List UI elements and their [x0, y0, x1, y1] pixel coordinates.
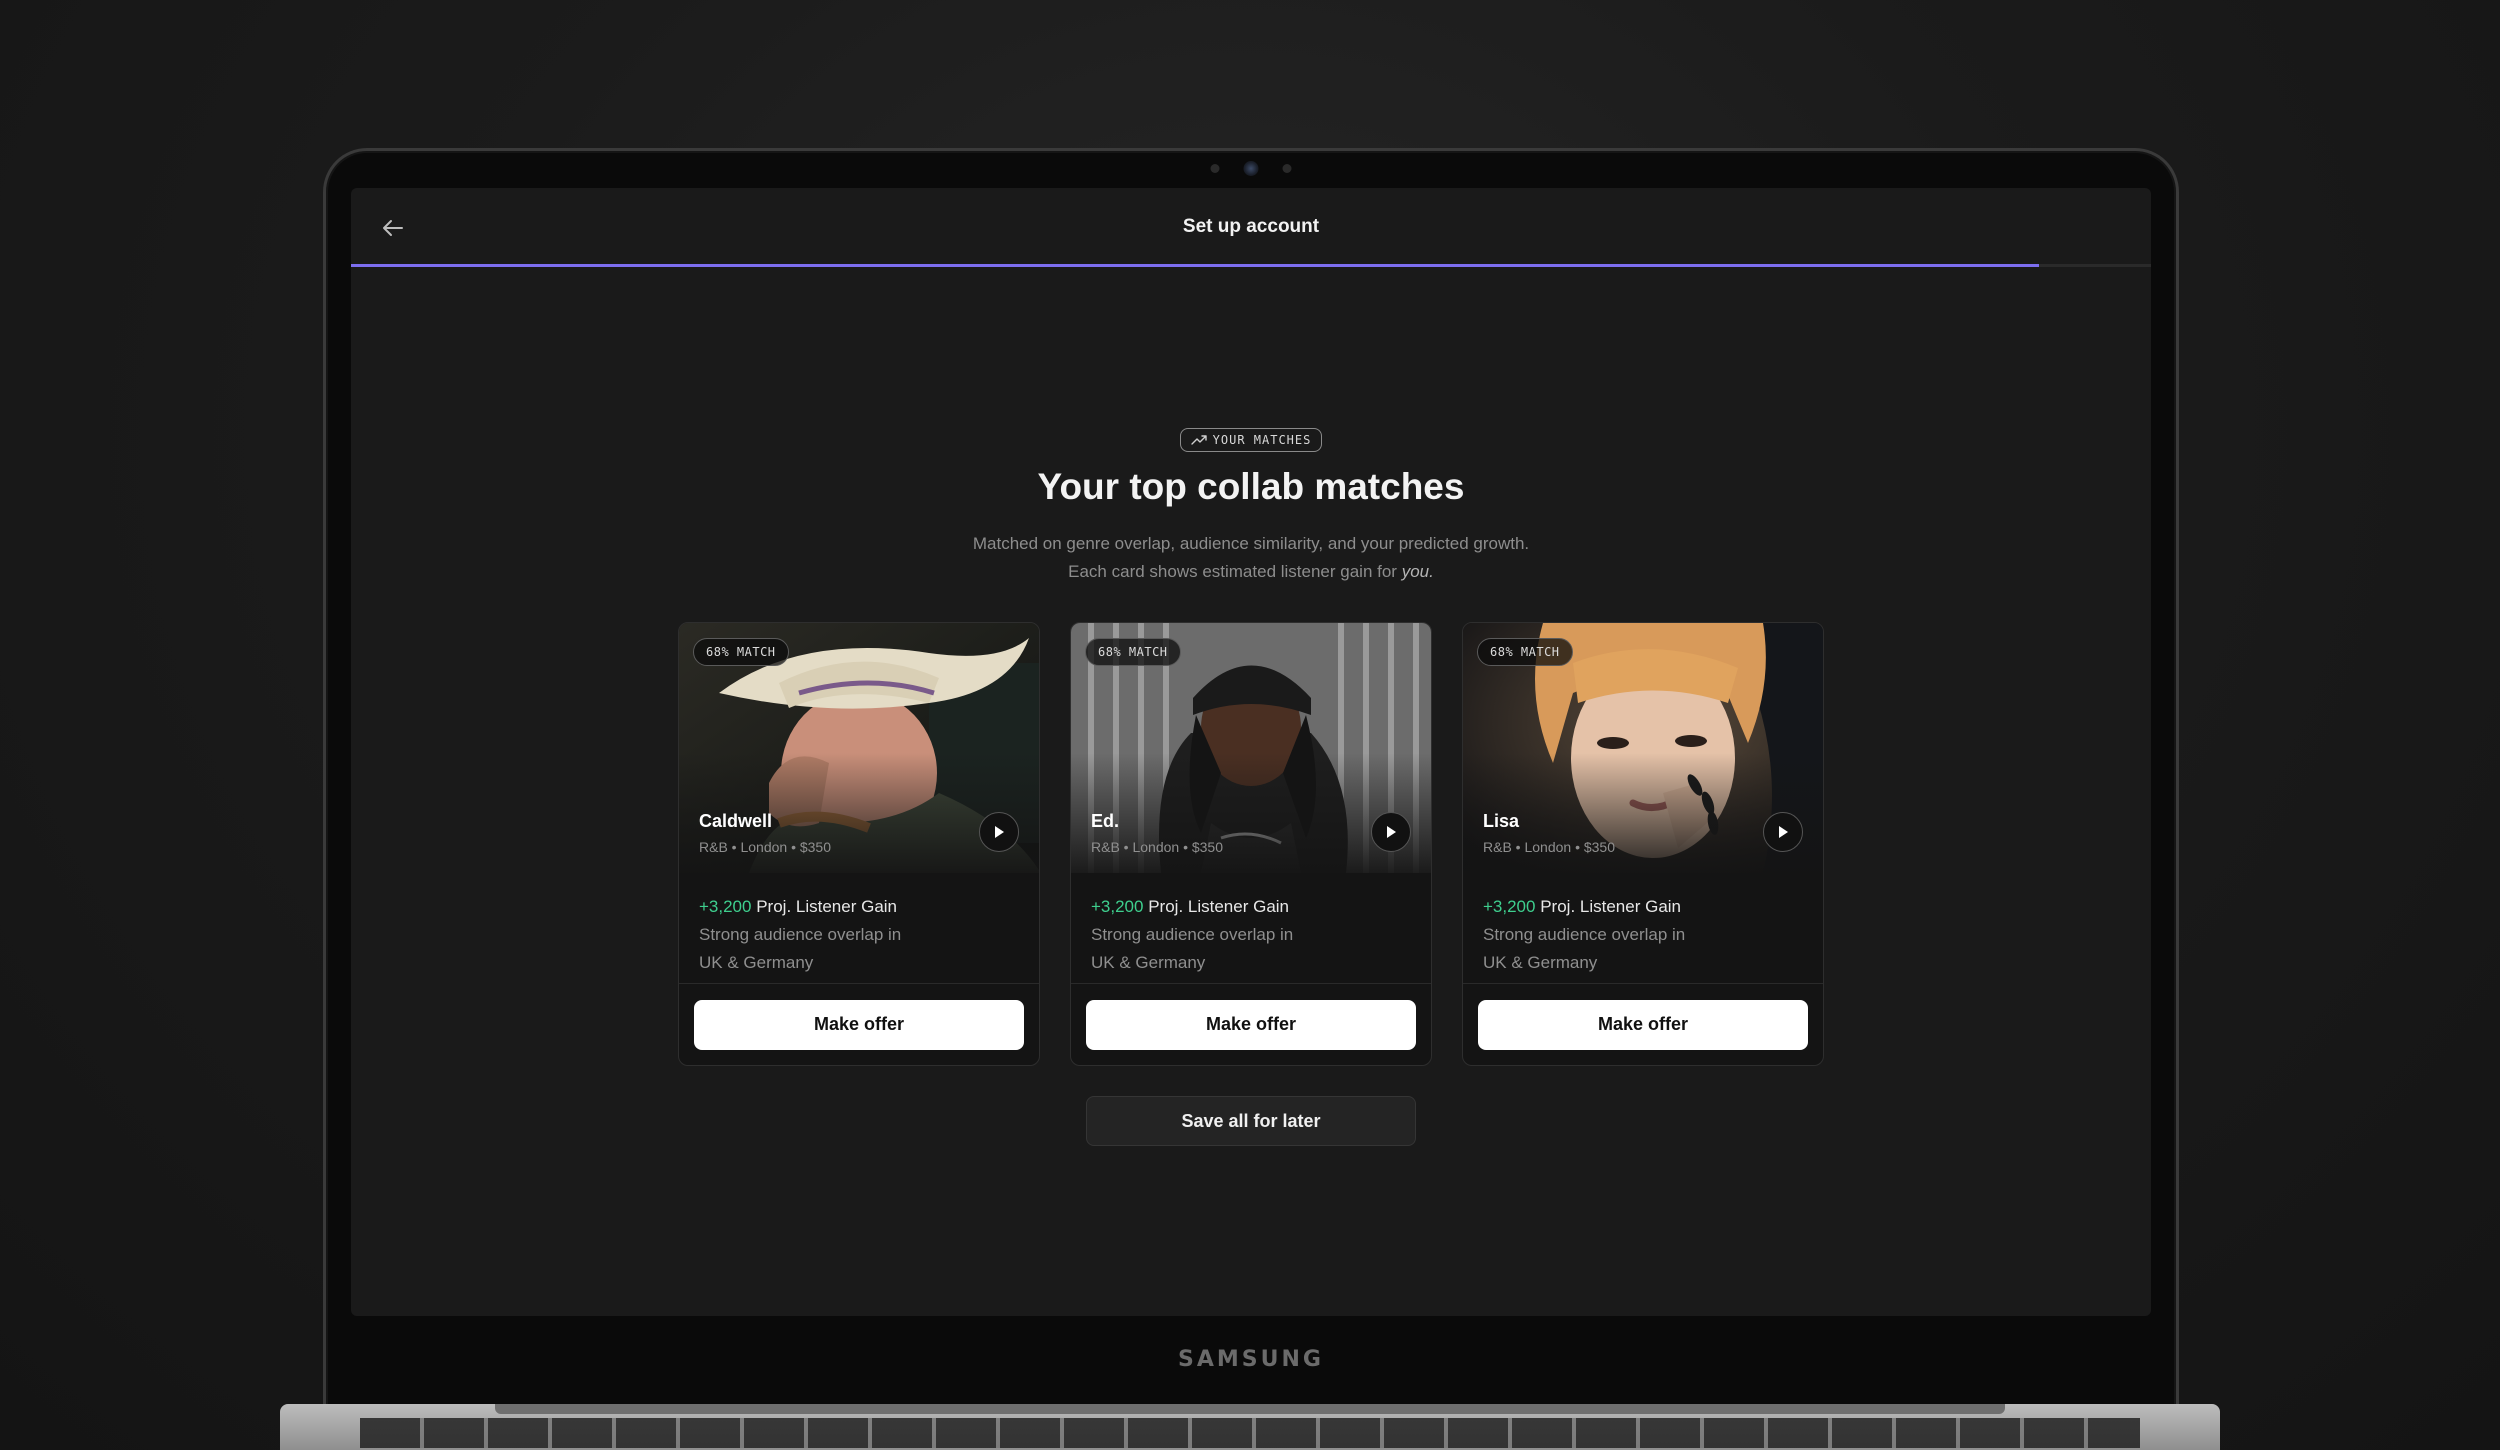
- gain-value: +3,200: [699, 897, 752, 916]
- artist-meta: R&B • London • $350: [1483, 839, 1616, 855]
- keyboard: [360, 1418, 2140, 1448]
- arrow-left-icon: [383, 220, 403, 236]
- top-bar: Set up account: [351, 188, 2151, 266]
- brand-logo: SAMSUNG: [1178, 1347, 1324, 1372]
- card-footer: Make offer: [1463, 983, 1823, 1065]
- match-badge: 68% MATCH: [693, 638, 789, 666]
- match-card: 68% MATCH Caldwell R&B • London • $350 +…: [678, 622, 1040, 1066]
- listener-gain: +3,200 Proj. Listener Gain: [679, 873, 1039, 917]
- gain-label: Proj. Listener Gain: [756, 897, 898, 916]
- artist-name: Caldwell: [699, 811, 773, 831]
- match-card: 68% MATCH Lisa R&B • London • $350 +3,20…: [1462, 622, 1824, 1066]
- make-offer-button[interactable]: Make offer: [1086, 999, 1416, 1050]
- page-subtitle: Matched on genre overlap, audience simil…: [973, 530, 1529, 586]
- gain-label: Proj. Listener Gain: [1540, 897, 1682, 916]
- progress-fill: [351, 264, 2040, 267]
- match-cards: 68% MATCH Caldwell R&B • London • $350 +…: [678, 622, 1824, 1066]
- card-footer: Make offer: [1071, 983, 1431, 1065]
- laptop-base: [280, 1404, 2220, 1450]
- camera-row: [1210, 161, 1292, 176]
- save-all-button[interactable]: Save all for later: [1086, 1096, 1416, 1146]
- back-button[interactable]: [377, 212, 409, 244]
- make-offer-button[interactable]: Make offer: [1478, 999, 1808, 1050]
- sensor-dot: [1282, 164, 1292, 173]
- subtitle-line-2: Each card shows estimated listener gain …: [973, 558, 1529, 586]
- artist-name: Lisa: [1483, 811, 1520, 831]
- trending-up-icon: [1190, 435, 1207, 445]
- make-offer-button[interactable]: Make offer: [694, 999, 1024, 1050]
- laptop-hinge: [495, 1404, 2005, 1414]
- artist-name: Ed.: [1091, 811, 1120, 831]
- main-content: YOUR MATCHES Your top collab matches Mat…: [351, 428, 2151, 1146]
- play-button[interactable]: [979, 812, 1019, 852]
- match-description: Strong audience overlap in UK & Germany: [1091, 925, 1294, 972]
- match-description: Strong audience overlap in UK & Germany: [1483, 925, 1686, 972]
- artist-meta: R&B • London • $350: [699, 839, 832, 855]
- subtitle-line-1: Matched on genre overlap, audience simil…: [972, 534, 1530, 553]
- match-badge: 68% MATCH: [1477, 638, 1573, 666]
- play-button[interactable]: [1763, 812, 1803, 852]
- webcam-icon: [1243, 161, 1259, 176]
- match-badge: 68% MATCH: [1085, 638, 1181, 666]
- artist-meta: R&B • London • $350: [1091, 839, 1224, 855]
- listener-gain: +3,200 Proj. Listener Gain: [1463, 873, 1823, 917]
- play-button[interactable]: [1371, 812, 1411, 852]
- listener-gain: +3,200 Proj. Listener Gain: [1071, 873, 1431, 917]
- play-icon: [995, 826, 1004, 838]
- page-title: Set up account: [1182, 216, 1320, 237]
- page-heading: Your top collab matches: [1037, 466, 1465, 507]
- match-card: 68% MATCH Ed. R&B • London • $350 +3,200…: [1070, 622, 1432, 1066]
- gain-label: Proj. Listener Gain: [1148, 897, 1290, 916]
- subtitle-line-2-text: Each card shows estimated listener gain …: [1068, 562, 1402, 581]
- section-tag-label: YOUR MATCHES: [1212, 433, 1312, 447]
- match-description: Strong audience overlap in UK & Germany: [699, 925, 902, 972]
- subtitle-emphasis: you.: [1401, 562, 1434, 581]
- sensor-dot: [1210, 164, 1220, 173]
- progress-bar: [351, 264, 2151, 267]
- section-tag: YOUR MATCHES: [1179, 428, 1323, 452]
- card-footer: Make offer: [679, 983, 1039, 1065]
- app-screen: Set up account YOUR MATCHES Your top col…: [351, 188, 2151, 1316]
- play-icon: [1779, 826, 1788, 838]
- gain-value: +3,200: [1091, 897, 1144, 916]
- gain-value: +3,200: [1483, 897, 1536, 916]
- play-icon: [1387, 826, 1396, 838]
